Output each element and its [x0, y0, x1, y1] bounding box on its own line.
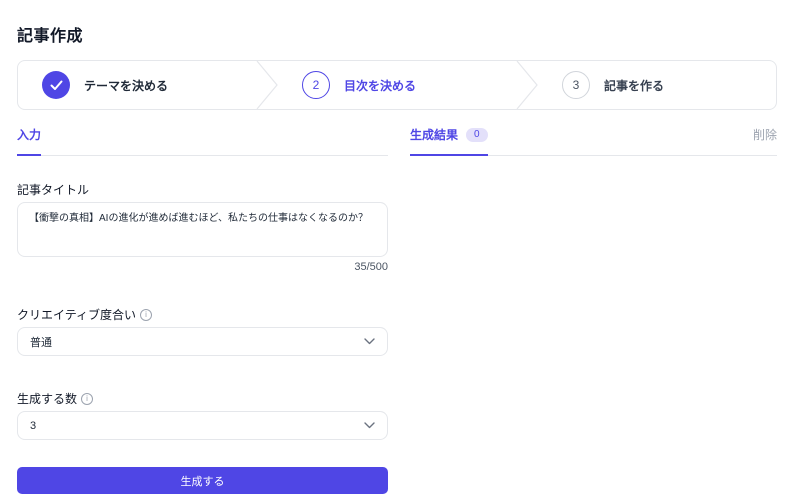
generate-count-select-value: 3	[30, 420, 36, 432]
step-3-label: 記事を作る	[604, 77, 664, 94]
generate-button[interactable]: 生成する	[17, 467, 388, 494]
generate-count-select[interactable]: 3	[17, 411, 388, 440]
chevron-separator-icon	[256, 61, 278, 109]
tab-generated-results-label: 生成結果	[410, 126, 458, 143]
creativity-select[interactable]: 普通	[17, 327, 388, 356]
results-panel: 生成結果 0 削除	[410, 126, 777, 494]
input-tabs-row: 入力	[17, 126, 388, 156]
step-2-label: 目次を決める	[344, 77, 416, 94]
article-title-input[interactable]: 【衝撃の真相】AIの進化が進めば進むほど、私たちの仕事はなくなるのか？	[17, 202, 388, 257]
info-icon[interactable]: i	[81, 393, 93, 405]
step-1-label: テーマを決める	[84, 77, 168, 94]
page-title: 記事作成	[17, 22, 777, 46]
results-count-badge: 0	[466, 128, 488, 142]
tab-generated-results[interactable]: 生成結果 0	[410, 126, 488, 156]
step-create-article[interactable]: 3 記事を作る	[538, 61, 776, 109]
article-creation-page: 記事作成 テーマを決める 2 目次を決める 3 記事を作る	[17, 0, 777, 494]
article-title-label: 記事タイトル	[17, 181, 388, 198]
chevron-down-icon	[364, 422, 375, 429]
input-panel: 入力 記事タイトル 【衝撃の真相】AIの進化が進めば進むほど、私たちの仕事はなく…	[17, 126, 388, 494]
tab-input[interactable]: 入力	[17, 126, 41, 156]
results-tabs-row: 生成結果 0 削除	[410, 126, 777, 156]
chevron-separator-icon	[516, 61, 538, 109]
step-2-number-circle: 2	[302, 71, 330, 99]
step-decide-theme[interactable]: テーマを決める	[18, 61, 256, 109]
chevron-down-icon	[364, 338, 375, 345]
delete-button[interactable]: 削除	[753, 126, 777, 143]
step-3-number-circle: 3	[562, 71, 590, 99]
generate-count-label: 生成する数 i	[17, 390, 388, 407]
char-count: 35/500	[17, 261, 388, 273]
step-decide-outline[interactable]: 2 目次を決める	[278, 61, 516, 109]
creativity-label: クリエイティブ度合い i	[17, 306, 388, 323]
progress-stepper: テーマを決める 2 目次を決める 3 記事を作る	[17, 60, 777, 110]
check-icon	[50, 80, 63, 91]
creativity-select-value: 普通	[30, 334, 52, 350]
step-1-check-circle	[42, 71, 70, 99]
info-icon[interactable]: i	[140, 309, 152, 321]
